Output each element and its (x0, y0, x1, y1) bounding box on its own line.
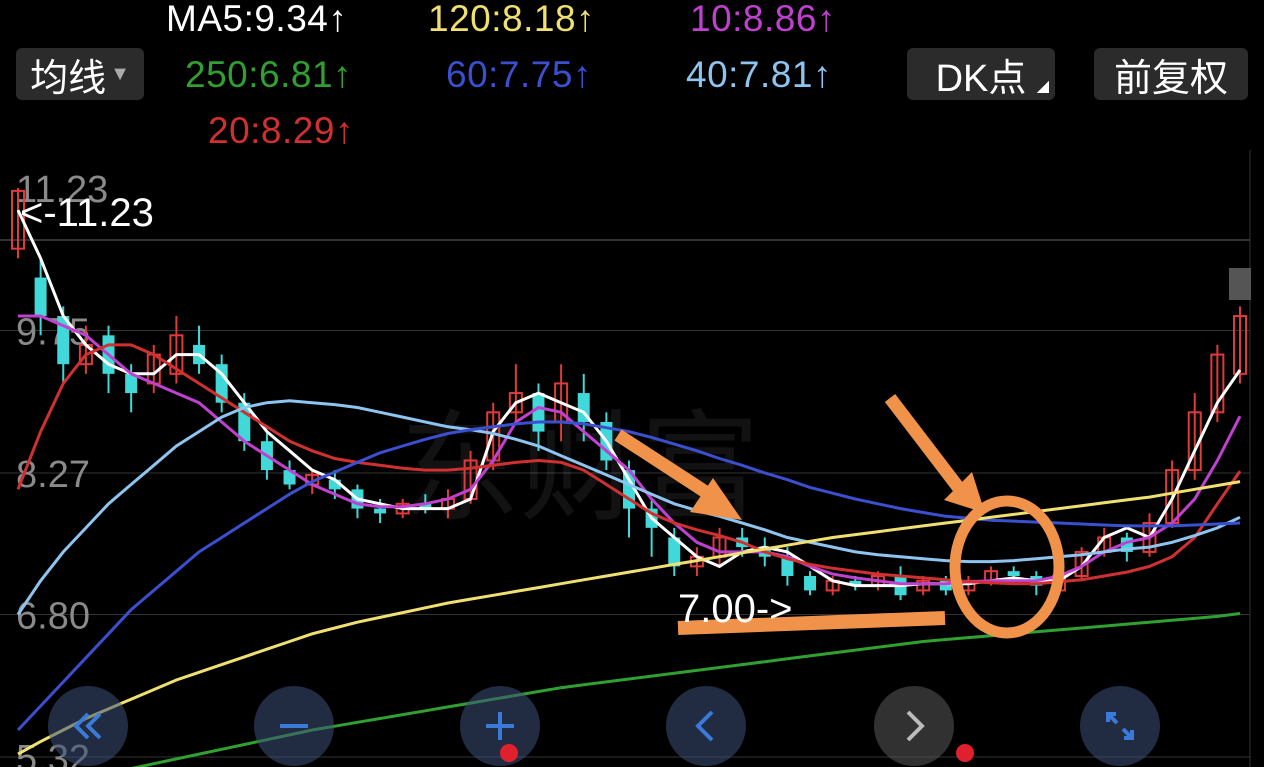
candle-body (1007, 571, 1020, 576)
candlesticks (11, 188, 1247, 601)
candle-body (374, 508, 387, 514)
arrow-right-shaft (884, 394, 964, 491)
expand-icon[interactable] (1080, 686, 1160, 766)
forward-adjust-button[interactable]: 前复权 (1094, 48, 1248, 100)
legend-ma120: 120:8.18↑ (428, 0, 596, 39)
high-price-label: <-11.23 (20, 191, 154, 235)
zoom-in-badge (500, 744, 518, 762)
forward-adjust-label: 前复权 (1113, 57, 1228, 100)
dk-point-label: DK点 (935, 57, 1027, 100)
legend-ma5: MA5:9.34↑ (166, 0, 348, 39)
prev-icon[interactable] (666, 686, 746, 766)
next-icon[interactable] (874, 686, 954, 766)
y-tick-label: 8.27 (16, 454, 90, 496)
dk-point-button[interactable]: DK点 ◢ (907, 48, 1055, 100)
ma-selector-label: 均线 (30, 57, 107, 100)
dropdown-icon: ▼ (110, 62, 130, 85)
y-axis-labels: 11.239.758.276.805.32 (16, 169, 108, 767)
legend-ma250: 250:6.81↑ (185, 54, 353, 95)
corner-triangle-icon: ◢ (1036, 78, 1049, 95)
legend-ma20: 20:8.29↑ (208, 110, 354, 151)
candle-body (532, 393, 545, 432)
low-price-label: 7.00-> (678, 587, 793, 631)
legend-ma60: 60:7.75↑ (446, 54, 592, 95)
last-price-marker (1229, 268, 1251, 300)
legend-ma10: 10:8.86↑ (690, 0, 836, 39)
kline-chart[interactable]: 东财富 11.239.758.276.805.32 <-11.23 7.00-> (0, 0, 1264, 767)
double-left-icon[interactable] (48, 686, 128, 766)
candle-body (804, 575, 817, 591)
ma-selector-button[interactable]: 均线 ▼ (16, 48, 144, 100)
zoom-out-icon[interactable] (254, 686, 334, 766)
next-badge (956, 744, 974, 762)
legend-ma40: 40:7.81↑ (686, 54, 832, 95)
candle-body (34, 277, 47, 317)
ma-line-ma250 (131, 612, 1241, 767)
